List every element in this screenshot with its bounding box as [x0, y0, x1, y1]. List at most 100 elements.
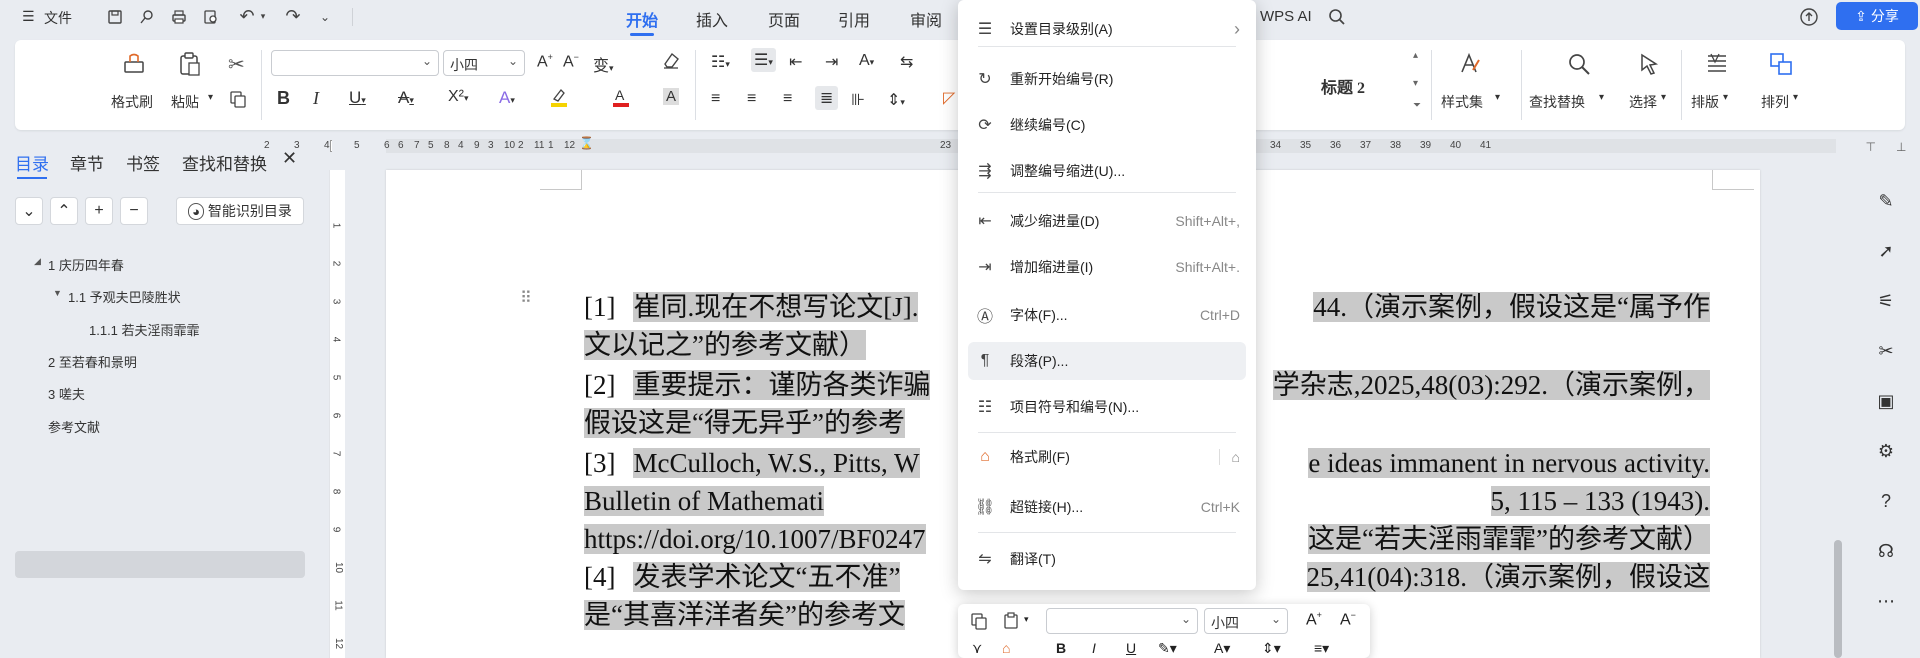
reference-line[interactable]: 假设这是“得无异乎”的参考 [584, 404, 905, 442]
sort-icon[interactable]: ⇆ [900, 52, 913, 72]
copy-icon[interactable] [229, 90, 247, 113]
format-painter-label[interactable]: 格式刷 [111, 92, 153, 112]
tools-icon[interactable]: ✂ [1873, 338, 1899, 364]
font-name-combo[interactable]: ⌄ [271, 50, 439, 76]
reference-text-tail[interactable]: 44.（演示案例，假设这是“属予作 [1313, 288, 1710, 326]
highlight-color-icon[interactable]: ✎▾ [1158, 640, 1177, 657]
style-set-dropdown-icon[interactable]: ▾ [1495, 92, 1500, 103]
cut-icon[interactable]: ✂ [228, 52, 245, 77]
indent-marker[interactable]: ⌛ [579, 136, 594, 150]
gallery-expand-icon[interactable]: ⏷ [1413, 100, 1421, 111]
italic-icon[interactable]: I [1092, 640, 1096, 656]
line-spacing-icon[interactable]: ⇕▾ [1262, 640, 1281, 657]
menu-item[interactable]: ☰ 设置目录级别(A) › [968, 10, 1246, 48]
file-menu[interactable]: 文件 [44, 8, 72, 28]
layout-label[interactable]: 排版 [1691, 92, 1719, 112]
page-toggle-icon[interactable]: ⊥ [1896, 140, 1906, 160]
reference-text-tail[interactable]: 学杂志,2025,48(03):292.（演示案例， [1272, 366, 1710, 404]
tab-review[interactable]: 审阅 [910, 7, 942, 31]
distributed-icon[interactable]: ⊪ [851, 90, 865, 110]
reference-line[interactable]: Bulletin of Mathemati [584, 482, 824, 520]
remove-heading-button[interactable]: − [120, 197, 148, 225]
font-color-icon[interactable]: A [611, 86, 631, 113]
undo-dropdown-icon[interactable]: ▾ [258, 8, 268, 24]
select-label[interactable]: 选择 [1629, 92, 1657, 112]
gallery-down-icon[interactable]: ▾ [1413, 78, 1418, 89]
toc-item[interactable]: 2 至若春和景明 [48, 352, 137, 371]
smart-toc-button[interactable]: ◕ 智能识别目录 [176, 197, 304, 225]
image-edit-icon[interactable]: ▣ [1873, 388, 1899, 414]
menu-item[interactable]: ⇤ 减少缩进量(D) Shift+Alt+, [968, 202, 1246, 240]
find-replace-dropdown-icon[interactable]: ▾ [1599, 92, 1604, 103]
reference-text-tail[interactable]: 25,41(04):318.（演示案例，假设这 [1306, 558, 1710, 596]
style-set-icon[interactable] [1455, 50, 1483, 78]
menu-icon[interactable]: ☰ [22, 8, 35, 25]
vertical-ruler[interactable]: 1 2 3 4 5 6 7 8 9 10 11 12 [329, 170, 345, 658]
highlight-color-icon[interactable] [549, 86, 569, 113]
wps-ai-tab[interactable]: WPS AI [1260, 8, 1312, 25]
close-icon[interactable]: ✕ [282, 148, 297, 169]
reference-text-tail[interactable]: 这是“若夫淫雨霏霏”的参考文献） [1308, 520, 1710, 558]
grow-font-icon[interactable]: A+ [537, 52, 553, 71]
toc-item-selected[interactable]: 参考文献 [48, 417, 100, 436]
style-set-label[interactable]: 样式集 [1441, 92, 1483, 112]
format-painter-icon[interactable]: ⌂ [1002, 640, 1010, 656]
print-preview-icon[interactable] [200, 6, 222, 28]
paste-icon[interactable] [175, 50, 203, 78]
menu-item[interactable]: Ⓐ 字体(F)... Ctrl+D [968, 296, 1246, 334]
adjust-icon[interactable]: ⚟ [1873, 288, 1899, 314]
menu-item[interactable]: ⇋ 翻译(T) [968, 540, 1246, 578]
reference-line[interactable]: [4] 发表学术论文“五不准” [584, 558, 901, 596]
bold-icon[interactable]: B [1056, 640, 1066, 656]
select-icon[interactable] [1635, 50, 1663, 78]
reference-text-tail[interactable]: 5, 115 – 133 (1943). [1490, 482, 1710, 520]
collapse-button[interactable]: ⌄ [15, 197, 43, 225]
more-mini-icon[interactable]: ⋎ [972, 640, 982, 657]
clear-format-icon[interactable] [661, 50, 681, 75]
menu-item[interactable]: ⇥ 增加缩进量(I) Shift+Alt+. [968, 248, 1246, 286]
align-icon[interactable]: ≡▾ [1314, 640, 1329, 657]
menu-item[interactable]: ⟳ 继续编号(C) [968, 106, 1246, 144]
paste-dropdown-icon[interactable]: ▾ [208, 92, 213, 103]
undo-icon[interactable]: ↶ [236, 5, 258, 27]
menu-item[interactable]: ☷ 项目符号和编号(N)... [968, 388, 1246, 426]
reference-line[interactable]: 是“其喜洋洋者矣”的参考文 [584, 596, 905, 634]
save-icon[interactable] [104, 6, 126, 28]
print-icon[interactable] [168, 6, 190, 28]
font-size-combo[interactable]: 小四 ⌄ [443, 50, 525, 76]
shrink-font-icon[interactable]: A− [563, 52, 579, 71]
paste-icon[interactable] [1002, 612, 1020, 633]
tab-chapter[interactable]: 章节 [70, 150, 104, 175]
tab-home[interactable]: 开始 [626, 7, 658, 36]
line-spacing-icon[interactable]: ⇕▾ [887, 90, 905, 110]
align-left-icon[interactable]: ≡ [711, 90, 720, 108]
arrange-dropdown-icon[interactable]: ▾ [1793, 92, 1798, 103]
layout-icon[interactable] [1703, 50, 1731, 78]
format-painter-icon[interactable] [120, 50, 148, 78]
underline-icon[interactable]: U [1126, 640, 1136, 656]
char-shading-icon[interactable]: A [663, 88, 680, 105]
reference-line[interactable]: 文以记之”的参考文献） [584, 326, 866, 364]
share-link-icon[interactable] [136, 6, 158, 28]
toc-item[interactable]: 3 嗟夫 [48, 384, 85, 403]
arrange-icon[interactable] [1767, 50, 1795, 78]
menu-item[interactable]: ⇶ 调整编号缩进(U)... [968, 152, 1246, 190]
more-icon[interactable]: ⋯ [1873, 588, 1899, 614]
font-color-icon[interactable]: A▾ [1214, 640, 1230, 657]
reference-line[interactable]: [2] 重要提示：谨防各类诈骗 [584, 366, 931, 404]
copy-icon[interactable] [970, 612, 988, 633]
toc-item[interactable]: 1.1.1 若夫淫雨霏霏 [89, 320, 200, 339]
gallery-up-icon[interactable]: ▴ [1413, 50, 1418, 61]
increase-indent-icon[interactable]: ⇥ [825, 52, 838, 72]
layout-dropdown-icon[interactable]: ▾ [1723, 92, 1728, 103]
search-icon[interactable] [1325, 5, 1349, 29]
drag-handle-icon[interactable]: ⠿ [520, 291, 533, 307]
phonetic-icon[interactable]: 变▾ [593, 52, 614, 76]
vertical-scrollbar[interactable] [1834, 540, 1842, 658]
pin-icon[interactable]: ⌂ [1218, 449, 1240, 465]
arrange-label[interactable]: 排列 [1761, 92, 1789, 112]
tab-find-replace[interactable]: 查找和替换 [182, 150, 267, 175]
tab-insert[interactable]: 插入 [696, 7, 728, 31]
tab-toc[interactable]: 目录 [15, 150, 49, 179]
border-icon[interactable]: ◸ [943, 88, 955, 108]
